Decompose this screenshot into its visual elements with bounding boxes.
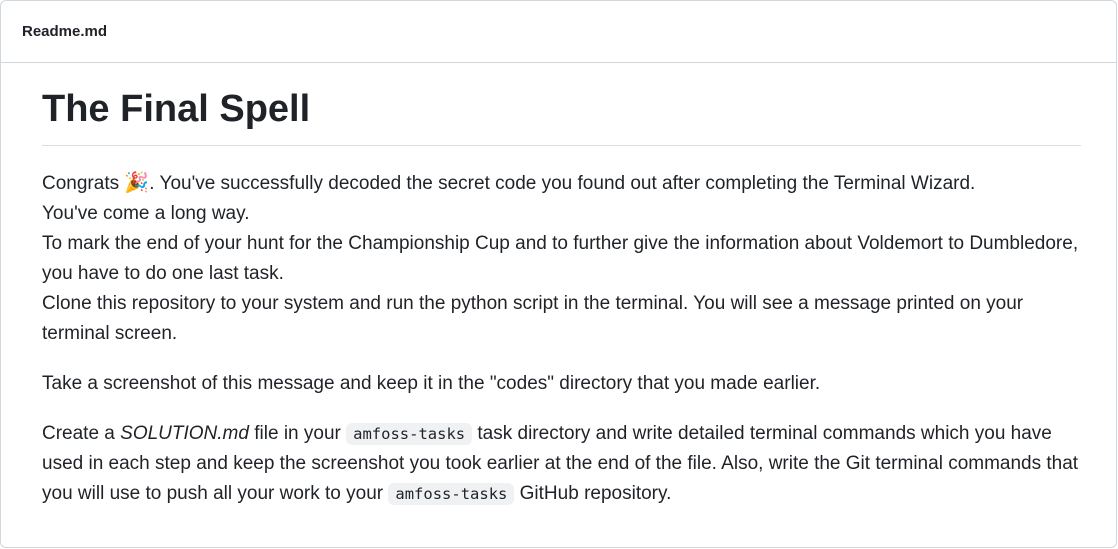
- solution-text-4: GitHub repository.: [514, 483, 672, 504]
- party-popper-icon: 🎉: [124, 170, 150, 194]
- readme-filename: Readme.md: [22, 23, 108, 40]
- solution-text-2: file in your: [248, 423, 347, 444]
- readme-header: Readme.md: [1, 1, 1116, 63]
- screenshot-paragraph: Take a screenshot of this message and ke…: [42, 373, 821, 394]
- solution-filename: SOLUTION.md: [120, 423, 249, 444]
- page-title: The Final Spell: [42, 83, 1081, 146]
- readme-container: Readme.md The Final Spell Congrats 🎉. Yo…: [0, 0, 1117, 548]
- solution-text-1: Create a: [42, 423, 121, 444]
- intro-line-1: Congrats 🎉. You've successfully decoded …: [42, 167, 1081, 199]
- readme-content: The Final Spell Congrats 🎉. You've succe…: [42, 83, 1081, 509]
- intro-line-2: You've come a long way.: [42, 203, 250, 224]
- intro-paragraph: Congrats 🎉. You've successfully decoded …: [42, 167, 1081, 349]
- solution-paragraph: Create a SOLUTION.md file in your amfoss…: [42, 419, 1081, 509]
- inline-code-amfoss-tasks-repo: amfoss-tasks: [388, 483, 515, 505]
- intro-line-4: Clone this repository to your system and…: [42, 293, 1024, 344]
- inline-code-amfoss-tasks: amfoss-tasks: [346, 423, 473, 445]
- congrats-text: Congrats: [42, 173, 120, 194]
- intro-line-3: To mark the end of your hunt for the Cha…: [42, 233, 1079, 284]
- intro-line-1-text: . You've successfully decoded the secret…: [149, 173, 976, 194]
